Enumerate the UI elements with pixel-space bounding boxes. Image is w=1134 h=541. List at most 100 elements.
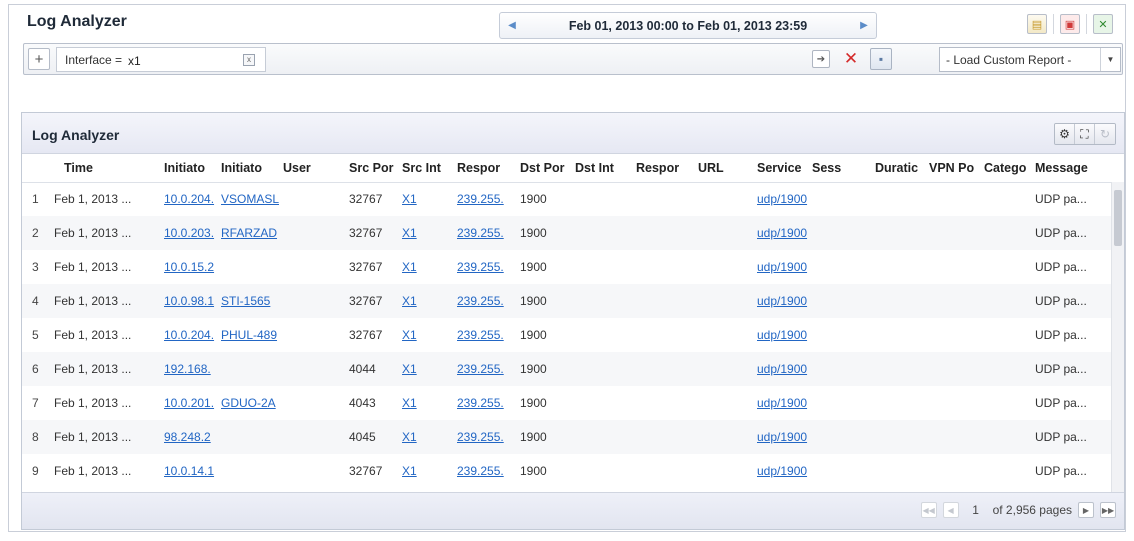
column-header-initiator-ip[interactable]: Initiato: [160, 154, 217, 183]
cell-initiator-ip-link[interactable]: 10.0.204.: [164, 192, 214, 206]
cell-initiator-ip-link[interactable]: 10.0.204.: [164, 328, 214, 342]
cell-initiator-name-link[interactable]: VSOMASL: [221, 192, 279, 206]
clear-filter-icon[interactable]: ✕: [840, 47, 862, 71]
remove-filter-icon[interactable]: x: [243, 54, 255, 66]
cell-initiator-name-link[interactable]: GDUO-2A: [221, 396, 276, 410]
cell-category: [980, 216, 1031, 250]
scrollbar-thumb[interactable]: [1114, 190, 1122, 246]
cell-initiator-name-link[interactable]: STI-1565: [221, 294, 270, 308]
cell-initiator-ip-link[interactable]: 10.0.98.1: [164, 294, 214, 308]
cell-initiator-ip-link[interactable]: 10.0.203.: [164, 226, 214, 240]
date-range-text[interactable]: Feb 01, 2013 00:00 to Feb 01, 2013 23:59: [524, 19, 852, 33]
cell-src-int-link[interactable]: X1: [402, 192, 417, 206]
gear-icon[interactable]: ⚙: [1055, 124, 1075, 144]
column-header-session[interactable]: Sess: [808, 154, 871, 183]
expand-icon[interactable]: ⛶: [1075, 124, 1095, 144]
cell-service: udp/1900: [753, 284, 808, 318]
current-page[interactable]: 1: [965, 503, 987, 517]
table-row[interactable]: 6 Feb 1, 2013 ... 192.168. 4044 X1 239.255. 19…: [22, 352, 1112, 386]
column-header-duration[interactable]: Duratic: [871, 154, 925, 183]
column-header-time[interactable]: Time: [50, 154, 160, 183]
cell-responder-link[interactable]: 239.255.: [457, 362, 504, 376]
excel-icon[interactable]: ✕: [1093, 14, 1113, 34]
cell-url: [694, 386, 753, 420]
cell-session: [808, 284, 871, 318]
cell-src-int-link[interactable]: X1: [402, 328, 417, 342]
cell-service-link[interactable]: udp/1900: [757, 430, 807, 444]
add-filter-button[interactable]: +: [28, 48, 50, 70]
cell-initiator-ip-link[interactable]: 10.0.15.2: [164, 260, 214, 274]
cell-responder-link[interactable]: 239.255.: [457, 464, 504, 478]
vertical-scrollbar[interactable]: [1111, 182, 1124, 493]
cell-service-link[interactable]: udp/1900: [757, 192, 807, 206]
cell-responder-link[interactable]: 239.255.: [457, 294, 504, 308]
column-header-src-port[interactable]: Src Por: [345, 154, 398, 183]
column-header-vpn-policy[interactable]: VPN Po: [925, 154, 980, 183]
last-page-icon[interactable]: ▶▶: [1100, 502, 1116, 518]
table-row[interactable]: 2 Feb 1, 2013 ... 10.0.203. RFARZAD 32767 X1 2…: [22, 216, 1112, 250]
cell-initiator-ip-link[interactable]: 10.0.14.1: [164, 464, 214, 478]
cell-src-int-link[interactable]: X1: [402, 464, 417, 478]
cell-service-link[interactable]: udp/1900: [757, 294, 807, 308]
column-header-user[interactable]: User: [279, 154, 345, 183]
report-icon[interactable]: ▤: [1027, 14, 1047, 34]
cell-service-link[interactable]: udp/1900: [757, 362, 807, 376]
filter-value-input[interactable]: x1: [128, 50, 204, 70]
next-page-icon[interactable]: ▶: [1078, 502, 1094, 518]
cell-responder-link[interactable]: 239.255.: [457, 430, 504, 444]
cell-initiator-ip-link[interactable]: 192.168.: [164, 362, 211, 376]
cell-src-int-link[interactable]: X1: [402, 260, 417, 274]
column-header-dst-port[interactable]: Dst Por: [516, 154, 571, 183]
cell-src-int-link[interactable]: X1: [402, 226, 417, 240]
table-row[interactable]: 4 Feb 1, 2013 ... 10.0.98.1 STI-1565 32767 X1…: [22, 284, 1112, 318]
cell-initiator-ip-link[interactable]: 98.248.2: [164, 430, 211, 444]
row-number: 9: [32, 464, 39, 478]
cell-service-link[interactable]: udp/1900: [757, 396, 807, 410]
first-page-icon[interactable]: ◀◀: [920, 502, 937, 518]
cell-responder-link[interactable]: 239.255.: [457, 396, 504, 410]
column-header-category[interactable]: Catego: [980, 154, 1031, 183]
custom-report-select[interactable]: - Load Custom Report - ▼: [939, 47, 1121, 72]
cell-responder-link[interactable]: 239.255.: [457, 192, 504, 206]
column-header-initiator-name[interactable]: Initiato: [217, 154, 279, 183]
pdf-icon[interactable]: ▣: [1060, 14, 1080, 34]
column-header-service[interactable]: Service: [753, 154, 808, 183]
column-header-responder-2[interactable]: Respor: [632, 154, 694, 183]
cell-src-int-link[interactable]: X1: [402, 396, 417, 410]
column-header-src-int[interactable]: Src Int: [398, 154, 453, 183]
cell-src-int-link[interactable]: X1: [402, 430, 417, 444]
cell-service-link[interactable]: udp/1900: [757, 226, 807, 240]
cell-service-link[interactable]: udp/1900: [757, 260, 807, 274]
table-row[interactable]: 5 Feb 1, 2013 ... 10.0.204. PHUL-489 32767 X1…: [22, 318, 1112, 352]
cell-responder-link[interactable]: 239.255.: [457, 260, 504, 274]
column-header-dst-int[interactable]: Dst Int: [571, 154, 632, 183]
prev-date-arrow-icon[interactable]: ◀: [500, 13, 524, 38]
table-row[interactable]: 9 Feb 1, 2013 ... 10.0.14.1 32767 X1 239.255.…: [22, 454, 1112, 488]
cell-url: [694, 284, 753, 318]
cell-initiator-ip-link[interactable]: 10.0.201.: [164, 396, 214, 410]
prev-page-icon[interactable]: ◀: [942, 502, 959, 518]
column-header-url[interactable]: URL: [694, 154, 753, 183]
cell-service-link[interactable]: udp/1900: [757, 464, 807, 478]
cell-service-link[interactable]: udp/1900: [757, 328, 807, 342]
column-header-message[interactable]: Message: [1031, 154, 1112, 183]
cell-initiator-name-link[interactable]: RFARZAD: [221, 226, 277, 240]
export-toolbar: ▤ ▣ ✕: [1027, 14, 1113, 34]
column-header-responder[interactable]: Respor: [453, 154, 516, 183]
table-row[interactable]: 3 Feb 1, 2013 ... 10.0.15.2 32767 X1 239.255.…: [22, 250, 1112, 284]
refresh-icon[interactable]: ↻: [1095, 124, 1115, 144]
next-date-arrow-icon[interactable]: ▶: [852, 13, 876, 38]
cell-initiator-name-link[interactable]: PHUL-489: [221, 328, 277, 342]
cell-src-int-link[interactable]: X1: [402, 362, 417, 376]
table-row[interactable]: 8 Feb 1, 2013 ... 98.248.2 4045 X1 239.255. 19…: [22, 420, 1112, 454]
cell-responder-link[interactable]: 239.255.: [457, 328, 504, 342]
table-row[interactable]: 1 Feb 1, 2013 ... 10.0.204. VSOMASL 32767 X1 2…: [22, 182, 1112, 216]
cell-initiator-name: [217, 420, 279, 454]
save-icon[interactable]: ▪: [870, 48, 892, 70]
apply-filter-icon[interactable]: ➔: [812, 50, 830, 68]
cell-responder-link[interactable]: 239.255.: [457, 226, 504, 240]
table-row[interactable]: 7 Feb 1, 2013 ... 10.0.201. GDUO-2A 4043 X1 23…: [22, 386, 1112, 420]
cell-vpn-policy: [925, 454, 980, 488]
cell-vpn-policy: [925, 216, 980, 250]
cell-src-int-link[interactable]: X1: [402, 294, 417, 308]
